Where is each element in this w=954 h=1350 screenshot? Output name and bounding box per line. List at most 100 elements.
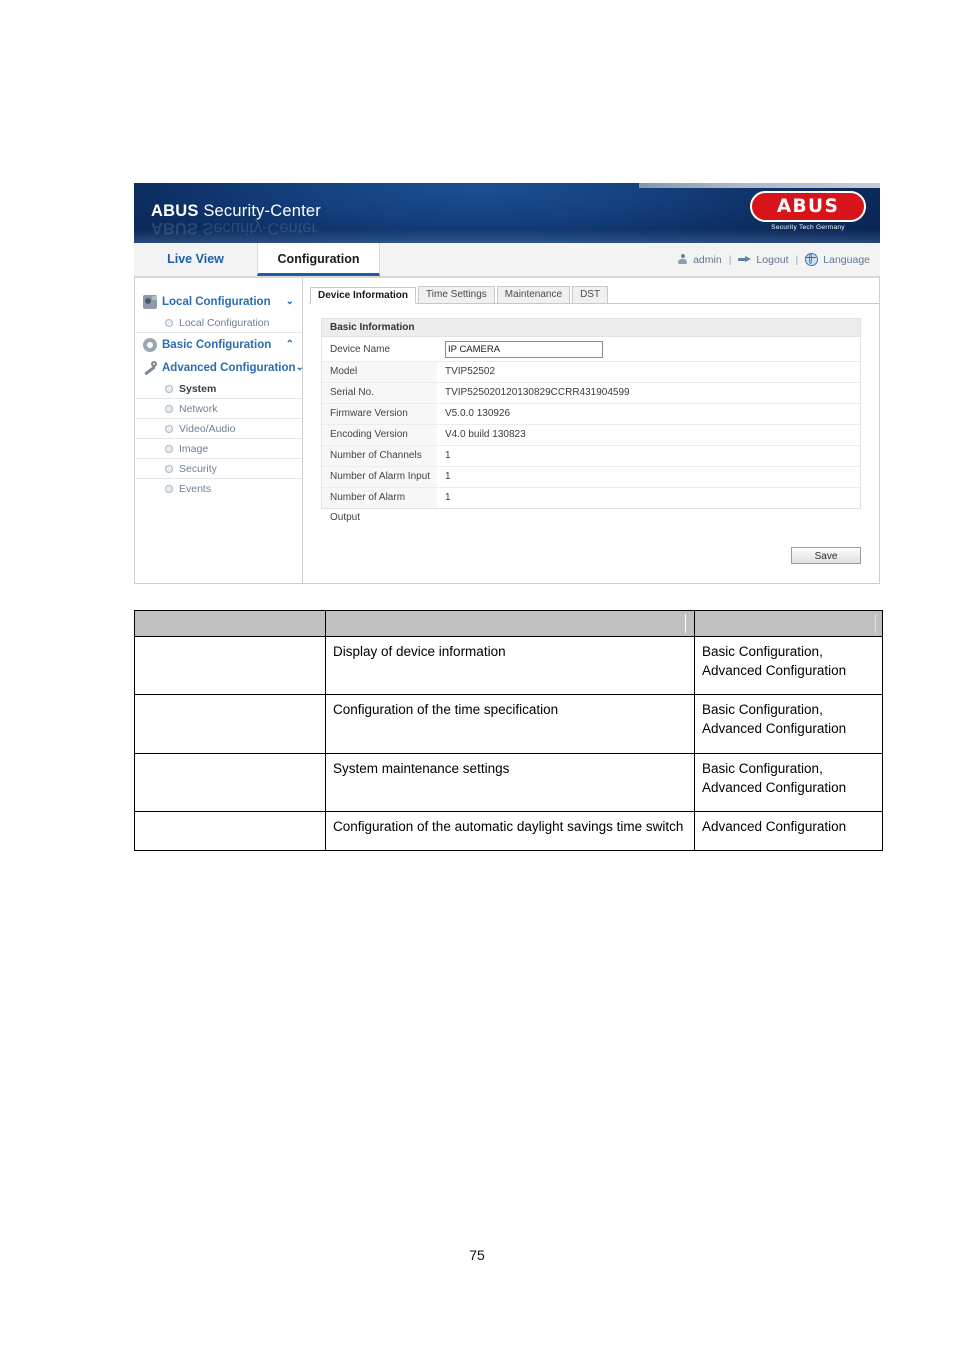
sidebar-item-image[interactable]: Image	[135, 439, 302, 459]
main-nav-tabs: Live View Configuration	[134, 243, 380, 276]
wrench-icon	[143, 360, 157, 375]
info-key: Number of Alarm Input	[322, 467, 437, 487]
sidebar-group-advanced-configuration[interactable]: Advanced Configuration ⌄	[135, 356, 304, 379]
sidebar-item-network[interactable]: Network	[135, 399, 302, 419]
tab-dst[interactable]: DST	[572, 286, 609, 303]
table-row: Number of Alarm Input 1	[322, 467, 860, 488]
cell-description: Configuration of the time specification	[325, 694, 695, 754]
user-icon	[677, 254, 688, 265]
cell-availability: Basic Configuration, Advanced Configurat…	[694, 752, 883, 812]
sidebar-item-label: System	[179, 382, 217, 395]
brand-bold-reflection: ABUS	[151, 219, 198, 237]
sidebar-item-local-configuration[interactable]: Local Configuration	[135, 313, 302, 333]
user-bar-separator-2: |	[795, 253, 799, 266]
user-bar: admin | Logout | Language	[677, 243, 870, 276]
abus-logo-subtitle: Security Tech Germany	[771, 224, 845, 231]
sidebar-group-basic-configuration[interactable]: Basic Configuration ⌃	[135, 333, 302, 356]
table-row: Number of Channels 1	[322, 446, 860, 467]
language-link[interactable]: Language	[823, 254, 870, 266]
sidebar-item-label: Video/Audio	[179, 422, 236, 435]
info-key: Number of Alarm Output	[322, 488, 437, 523]
bullet-icon	[165, 318, 173, 327]
header-cell-description	[325, 610, 695, 637]
info-value: 1	[445, 450, 451, 461]
sidebar-group-label-local: Local Configuration	[162, 295, 271, 308]
sidebar-item-system[interactable]: System	[135, 379, 302, 399]
table-row: Serial No. TVIP525020120130829CCRR431904…	[322, 383, 860, 404]
current-user-label: admin	[693, 253, 722, 266]
abus-logo: ABUS Security Tech Germany	[750, 191, 866, 235]
info-key: Serial No.	[322, 383, 437, 403]
tab-description-table: Display of device information Basic Conf…	[134, 610, 883, 852]
nav-tab-live-view[interactable]: Live View	[134, 243, 257, 276]
table-row: Encoding Version V4.0 build 130823	[322, 425, 860, 446]
bullet-icon	[165, 404, 173, 413]
brand-light-reflection: Security-Center	[197, 219, 317, 237]
bullet-icon	[165, 464, 173, 473]
logout-icon[interactable]	[738, 255, 752, 264]
header-cell-tab	[134, 610, 326, 637]
table-row: Configuration of the time specification …	[134, 694, 883, 754]
sidebar-item-label: Security	[179, 462, 217, 475]
bullet-icon	[165, 484, 173, 493]
table-row: Firmware Version V5.0.0 130926	[322, 404, 860, 425]
table-row: Display of device information Basic Conf…	[134, 635, 883, 696]
table-row: System maintenance settings Basic Config…	[134, 752, 883, 812]
sidebar-item-label: Image	[179, 442, 209, 455]
cell-description: Display of device information	[325, 635, 695, 696]
nav-tab-configuration[interactable]: Configuration	[257, 243, 380, 276]
cell-tab-name	[134, 694, 326, 754]
table-header-row	[134, 610, 883, 637]
main-navbar: Live View Configuration admin | Logout |…	[134, 243, 880, 278]
chevron-up-icon-basic[interactable]: ⌃	[286, 339, 294, 350]
tab-maintenance[interactable]: Maintenance	[496, 286, 571, 303]
brand-light: Security-Center	[198, 202, 321, 220]
sidebar-item-security[interactable]: Security	[135, 459, 302, 479]
sidebar-group-local-configuration[interactable]: Local Configuration ⌄	[135, 290, 302, 313]
app-screenshot-figure: ABUS Security-Center ABUS Security-Cente…	[134, 183, 880, 584]
tab-time-settings[interactable]: Time Settings	[418, 286, 495, 303]
sidebar-item-video-audio[interactable]: Video/Audio	[135, 419, 302, 439]
info-value: 1	[445, 492, 451, 503]
bullet-icon	[165, 384, 173, 393]
brand-title: ABUS Security-Center	[151, 202, 321, 221]
abus-logo-text: ABUS	[776, 196, 840, 217]
page-number: 75	[469, 1247, 485, 1263]
save-button[interactable]: Save	[791, 547, 861, 564]
app-body: Local Configuration ⌄ Local Configuratio…	[134, 278, 880, 584]
save-button-container: Save	[791, 546, 861, 564]
logout-link[interactable]: Logout	[756, 254, 788, 266]
cell-availability: Basic Configuration, Advanced Configurat…	[694, 635, 883, 696]
bullet-icon	[165, 444, 173, 453]
table-row: Number of Alarm Output 1	[322, 488, 860, 523]
info-value: TVIP52502	[445, 366, 496, 377]
sidebar-item-label: Local Configuration	[179, 316, 270, 329]
sidebar-item-events[interactable]: Events	[135, 479, 302, 498]
brand-bold: ABUS	[151, 202, 199, 220]
device-name-input[interactable]	[445, 340, 603, 358]
gear-icon	[143, 337, 157, 352]
cell-tab-name	[134, 810, 326, 852]
table-row: Configuration of the automatic daylight …	[134, 810, 883, 852]
app-header-banner: ABUS Security-Center ABUS Security-Cente…	[134, 183, 880, 243]
bullet-icon	[165, 424, 173, 433]
device-name-row: Device Name	[322, 337, 860, 362]
info-key: Model	[322, 362, 437, 382]
info-value: 1	[445, 471, 451, 482]
chevron-down-icon-local[interactable]: ⌄	[286, 296, 294, 307]
config-content-pane: Device Information Time Settings Mainten…	[303, 278, 879, 583]
cell-tab-name	[134, 752, 326, 812]
header-cell-availability	[694, 610, 883, 637]
device-name-label: Device Name	[330, 343, 391, 355]
info-key: Number of Channels	[322, 446, 437, 466]
cell-availability: Basic Configuration, Advanced Configurat…	[694, 694, 883, 754]
globe-icon[interactable]	[804, 252, 819, 266]
info-value: V4.0 build 130823	[445, 429, 526, 440]
info-key: Encoding Version	[322, 425, 437, 445]
tab-device-information[interactable]: Device Information	[310, 287, 417, 304]
info-value: V5.0.0 130926	[445, 408, 511, 419]
basic-information-title: Basic Information	[322, 319, 860, 337]
user-bar-separator-1: |	[728, 253, 732, 266]
abus-logo-pill: ABUS	[750, 191, 866, 222]
cell-availability: Advanced Configuration	[694, 810, 883, 852]
